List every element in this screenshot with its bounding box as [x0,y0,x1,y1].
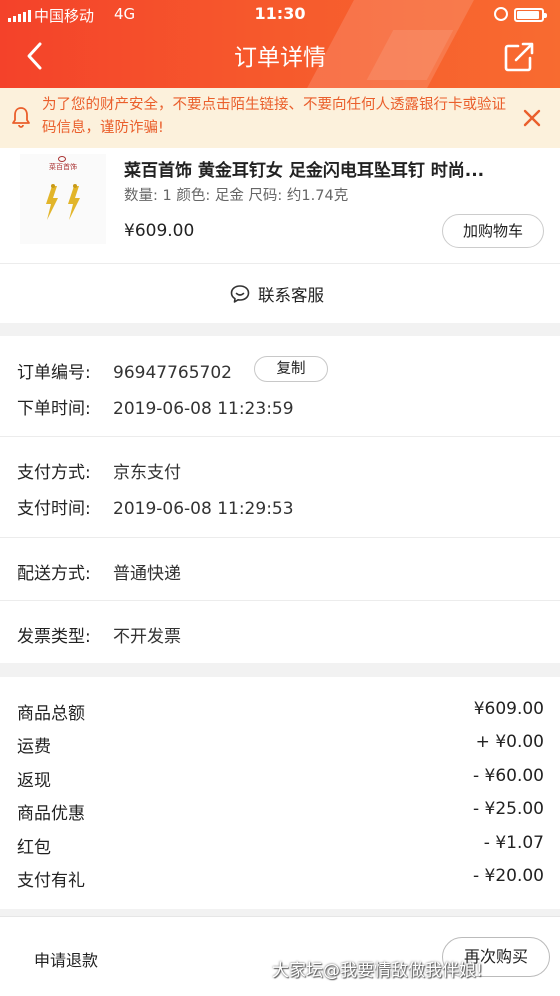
order-info-block [0,336,560,436]
product-title[interactable]: 菜百首饰 黄金耳钉女 足金闪电耳坠耳钉 时尚... [124,156,544,181]
invoice-label: 发票类型: [17,627,91,647]
order-number-value: 96947765702 [113,363,232,383]
share-icon[interactable] [502,40,536,74]
amount-row: 商品总额 ¥609.00 [17,699,544,724]
amount-row: 支付有礼 - ¥20.00 [17,866,544,891]
amount-label: 支付有礼 [17,871,85,891]
contact-service-button[interactable]: 联系客服 [0,264,560,323]
amount-row: 红包 - ¥1.07 [17,833,544,858]
amount-value: - ¥20.00 [472,866,544,886]
pay-time-row: 支付时间: 2019-06-08 11:29:53 [17,494,294,519]
pay-method-value: 京东支付 [113,463,181,483]
refund-button[interactable]: 申请退款 [34,947,98,971]
amount-label: 运费 [17,737,51,757]
delivery-label: 配送方式: [17,564,91,584]
status-bar: 中国移动 4G 11:30 [0,0,560,30]
amount-row: 返现 - ¥60.00 [17,766,544,791]
payment-info-block [0,437,560,537]
amount-value: - ¥25.00 [472,799,544,819]
chat-bubble-icon [230,285,250,303]
invoice-row: 发票类型: 不开发票 [17,622,181,647]
battery-icon [514,8,547,22]
notice-text: 为了您的财产安全，不要点击陌生链接、不要向任何人透露银行卡或验证码信息，谨防诈骗… [42,97,506,136]
delivery-row: 配送方式: 普通快递 [17,559,181,584]
amount-label: 商品总额 [17,704,85,724]
status-time: 11:30 [254,4,306,23]
order-created-row: 下单时间: 2019-06-08 11:23:59 [17,394,294,419]
security-notice: 为了您的财产安全，不要点击陌生链接、不要向任何人透露银行卡或验证码信息，谨防诈骗… [0,88,560,148]
watermark: 大家坛@我要情敌做我伴娘! [272,961,483,981]
earring-image [46,184,80,220]
copy-button[interactable]: 复制 [254,356,328,382]
amount-row: 商品优惠 - ¥25.00 [17,799,544,824]
order-number-row: 订单编号: 96947765702 [17,358,232,383]
brand-logo-text: 菜百首饰 [49,163,77,171]
page-title: 订单详情 [234,45,326,71]
delivery-value: 普通快递 [113,564,181,584]
product-spec: 数量: 1 颜色: 足金 尺码: 约1.74克 [124,188,349,204]
contact-service-label: 联系客服 [258,286,324,305]
amount-label: 商品优惠 [17,804,85,824]
order-detail-page: 中国移动 4G 11:30 订单详情 为了您的财产安全，不要点击陌生链接、不要向… [0,0,560,996]
amount-label: 返现 [17,771,51,791]
pay-time-value: 2019-06-08 11:29:53 [113,499,294,519]
amount-value: + ¥0.00 [475,732,544,752]
bell-icon [12,107,30,128]
product-image[interactable]: 菜百首饰 [20,154,106,244]
amount-value: - ¥1.07 [483,833,544,853]
add-to-cart-button[interactable]: 加购物车 [442,214,544,248]
pay-method-label: 支付方式: [17,463,91,483]
product-price: ¥609.00 [124,221,195,241]
pay-method-row: 支付方式: 京东支付 [17,458,181,483]
order-created-value: 2019-06-08 11:23:59 [113,399,294,419]
header: 中国移动 4G 11:30 订单详情 [0,0,560,88]
order-number-label: 订单编号: [17,363,91,383]
order-created-label: 下单时间: [17,399,91,419]
invoice-value: 不开发票 [113,627,181,647]
amount-label: 红包 [17,838,51,858]
amount-value: - ¥60.00 [472,766,544,786]
rotation-lock-icon [494,7,508,21]
amount-value: ¥609.00 [473,699,544,719]
close-icon[interactable] [520,106,544,130]
amount-row: 运费 + ¥0.00 [17,732,544,757]
product-card: 菜百首饰 菜百首饰 黄金耳钉女 足金闪电耳坠耳钉 时尚... 数量: 1 颜色:… [0,148,560,323]
pay-time-label: 支付时间: [17,499,91,519]
